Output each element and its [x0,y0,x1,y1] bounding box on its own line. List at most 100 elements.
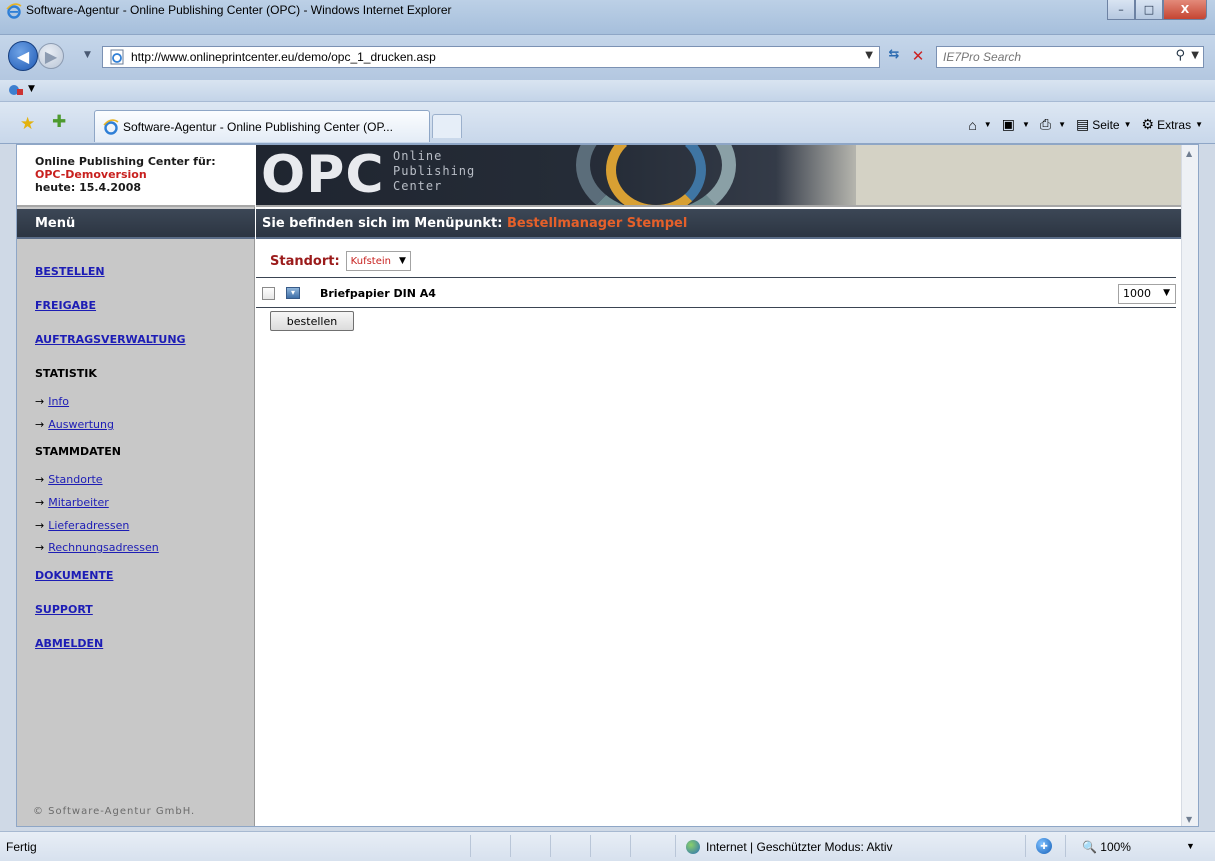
menu-subitem-standorte[interactable]: → Standorte [35,473,103,486]
menu-item-freigabe[interactable]: FREIGABE [35,299,96,312]
security-zone[interactable]: Internet | Geschützter Modus: Aktiv [686,840,893,854]
history-dropdown-icon[interactable]: ▼ [84,50,91,60]
menu-subitem-mitarbeiter[interactable]: → Mitarbeiter [35,496,109,509]
brand-line2: OPC-Demoversion [35,168,147,181]
menu-section-stammdaten: STAMMDATEN [35,445,121,458]
maximize-button[interactable]: □ [1135,0,1163,20]
arrow-right-icon: → [35,473,45,486]
menu-item-dokumente[interactable]: DOKUMENTE [35,569,113,582]
window-titlebar: Software-Agentur - Online Publishing Cen… [0,0,1215,35]
breadcrumb: Sie befinden sich im Menüpunkt: Bestellm… [256,209,1182,239]
chevron-down-icon: ▼ [399,256,406,266]
address-field[interactable]: ▼ [102,46,880,68]
toolbar-dropdown-icon[interactable]: ▼ [28,84,35,94]
globe-icon [686,840,700,854]
menu-item-abmelden[interactable]: ABMELDEN [35,637,103,650]
tools-menu[interactable]: ⚙ Extras ▼ [1142,116,1204,133]
back-arrow-icon: ◀ [16,46,30,66]
menu-subitem-rechnungsadressen[interactable]: → Rechnungsadressen [35,541,159,554]
feeds-button[interactable]: ▣ ▼ [1002,116,1030,133]
forward-button[interactable]: ▶ [38,43,64,69]
page-icon: ▤ [1075,116,1090,132]
main-content: Standort: Kufstein ▼ ▾ Briefpapier DIN A… [256,241,1182,826]
left-sidebar: Online Publishing Center für: OPC-Demove… [17,145,255,826]
breadcrumb-prefix: Sie befinden sich im Menüpunkt: [262,216,503,231]
scroll-up-icon[interactable]: ▲ [1186,149,1192,158]
breadcrumb-current: Bestellmanager Stempel [506,216,688,231]
menu-subitem-lieferadressen[interactable]: → Lieferadressen [35,519,129,532]
zoom-dropdown-icon[interactable]: ▼ [1186,841,1195,851]
ie-logo-icon [6,3,22,19]
search-box[interactable]: ⚲ ▼ [936,46,1204,68]
menu-item-bestellen[interactable]: BESTELLEN [35,265,105,278]
command-bar: ⌂ ▼ ▣ ▼ ⎙ ▼ ▤ Seite ▼ ⚙ Extras ▼ [958,116,1203,133]
chevron-down-icon: ▼ [1163,288,1170,298]
menu-subitem-info[interactable]: → Info [35,395,69,408]
banner-tagline: Online Publishing Center [393,149,476,193]
url-input[interactable] [131,50,851,64]
print-button[interactable]: ⎙ ▼ [1040,116,1066,133]
brand-date: heute: 15.4.2008 [35,181,142,194]
order-button[interactable]: bestellen [270,311,354,331]
vertical-scrollbar[interactable]: ▲ ▼ [1181,145,1198,826]
forward-arrow-icon: ▶ [44,46,58,66]
status-text: Fertig [6,840,37,854]
home-icon: ⌂ [968,116,977,133]
tab-label: Software-Agentur - Online Publishing Cen… [123,119,393,134]
expand-icon[interactable]: ▾ [286,287,300,299]
divider [256,277,1176,278]
window-title: Software-Agentur - Online Publishing Cen… [26,3,452,17]
search-input[interactable] [943,50,1163,64]
menu-header: Menü [17,209,255,239]
standort-label: Standort: [270,253,340,269]
arrow-right-icon: → [35,496,45,509]
brand-box: Online Publishing Center für: OPC-Demove… [17,145,255,207]
home-button[interactable]: ⌂ ▼ [968,117,991,133]
divider [256,307,1176,308]
brand-line1: Online Publishing Center für: [35,155,216,168]
gear-icon: ⚙ [1141,116,1155,132]
arrow-right-icon: → [35,418,45,431]
status-bar: Fertig Internet | Geschützter Modus: Akt… [0,831,1215,861]
refresh-icon[interactable]: ⇆ [883,47,905,67]
minimize-button[interactable]: – [1107,0,1135,20]
header-banner: OPC Online Publishing Center [256,145,1182,207]
menu-section-statistik: STATISTIK [35,367,97,380]
opc-logo: OPC [261,145,385,205]
scroll-down-icon[interactable]: ▼ [1186,815,1192,824]
quantity-select[interactable]: 1000 ▼ [1118,284,1176,304]
search-icon[interactable]: ⚲ [1175,48,1185,63]
protected-mode-icon[interactable]: ✚ [1036,838,1052,854]
ie7pro-icon[interactable] [8,83,24,97]
standort-select[interactable]: Kufstein ▼ [345,251,411,271]
add-favorites-icon[interactable]: ✚ [52,112,66,132]
menu-item-auftragsverwaltung[interactable]: AUFTRAGSVERWALTUNG [35,333,186,346]
page-menu[interactable]: ▤ Seite ▼ [1076,116,1132,133]
product-row: ▾ Briefpapier DIN A4 1000 ▼ [262,284,1176,305]
arrow-right-icon: → [35,519,45,532]
menu-subitem-auswertung[interactable]: → Auswertung [35,418,114,431]
favorites-star-icon[interactable]: ★ [20,114,35,134]
browser-viewport: Online Publishing Center für: OPC-Demove… [16,144,1199,827]
back-button[interactable]: ◀ [8,41,38,71]
menu-item-support[interactable]: SUPPORT [35,603,93,616]
extra-toolbar: ▼ [0,80,1215,102]
search-dropdown-icon[interactable]: ▼ [1191,50,1199,61]
rss-icon: ▣ [1001,116,1015,132]
close-window-button[interactable]: X [1163,0,1207,20]
stop-icon[interactable]: ✕ [908,47,928,67]
tab-opc[interactable]: Software-Agentur - Online Publishing Cen… [94,110,430,142]
tab-bar: ★ ✚ Software-Agentur - Online Publishing… [0,102,1215,144]
printer-icon: ⎙ [1039,116,1052,132]
arrow-right-icon: → [35,541,45,554]
product-checkbox[interactable] [262,287,275,300]
page-favicon-icon [110,49,124,65]
product-name: Briefpapier DIN A4 [320,287,436,300]
address-dropdown-icon[interactable]: ▼ [865,50,873,61]
arrow-right-icon: → [35,395,45,408]
new-tab-button[interactable] [432,114,462,138]
zoom-level[interactable]: 🔍 100% [1082,840,1131,854]
standort-row: Standort: Kufstein ▼ [270,251,411,271]
copyright-text: © Software-Agentur GmbH. [33,806,196,817]
address-toolbar: ◀ ▶ ▼ ▼ ⇆ ✕ ⚲ ▼ [0,35,1215,80]
